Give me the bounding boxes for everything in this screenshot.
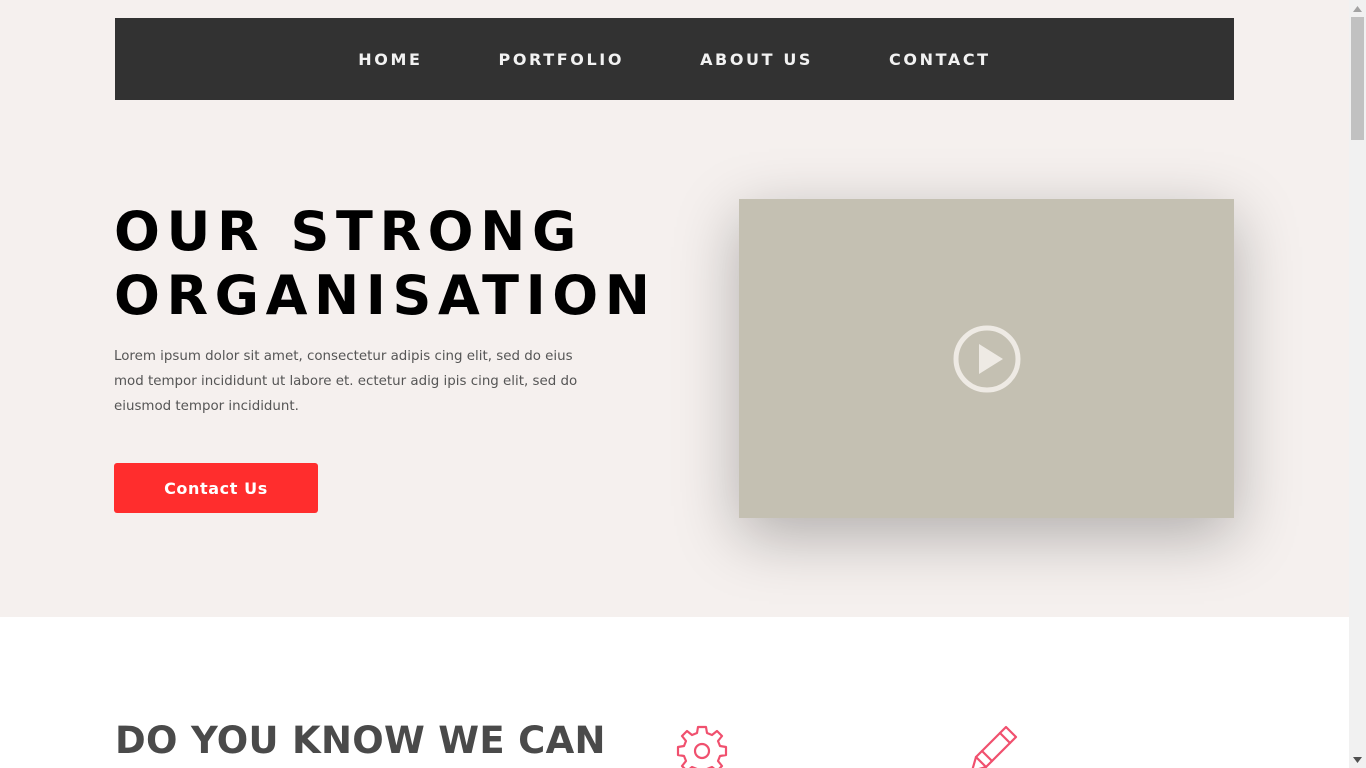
contact-us-button[interactable]: Contact Us: [114, 463, 318, 513]
hero-section: OUR STRONG ORGANISATION Lorem ipsum dolo…: [0, 100, 1349, 617]
nav-contact[interactable]: CONTACT: [889, 50, 991, 69]
page: HOME PORTFOLIO ABOUT US CONTACT OUR STRO…: [0, 0, 1349, 768]
nav-about-us[interactable]: ABOUT US: [700, 50, 813, 69]
pencil-icon: [971, 725, 1018, 768]
section-title: DO YOU KNOW WE CAN: [115, 719, 606, 762]
gear-icon: [676, 725, 728, 768]
hero-title-line-2: ORGANISATION: [114, 264, 657, 327]
play-circle-icon[interactable]: [952, 324, 1022, 394]
scrollbar-thumb[interactable]: [1351, 17, 1364, 140]
page-scrollbar[interactable]: [1349, 0, 1366, 768]
nav-home[interactable]: HOME: [358, 50, 422, 69]
hero-title-line-1: OUR STRONG: [114, 200, 583, 263]
nav-portfolio[interactable]: PORTFOLIO: [499, 50, 625, 69]
main-navigation: HOME PORTFOLIO ABOUT US CONTACT: [115, 18, 1234, 100]
scroll-down-arrow-icon[interactable]: [1349, 751, 1366, 768]
hero-description: Lorem ipsum dolor sit amet, consectetur …: [114, 349, 578, 414]
video-player[interactable]: [739, 199, 1234, 518]
scroll-up-arrow-icon[interactable]: [1349, 0, 1366, 17]
hero-title: OUR STRONG ORGANISATION: [114, 200, 657, 328]
services-section: DO YOU KNOW WE CAN: [0, 617, 1349, 768]
